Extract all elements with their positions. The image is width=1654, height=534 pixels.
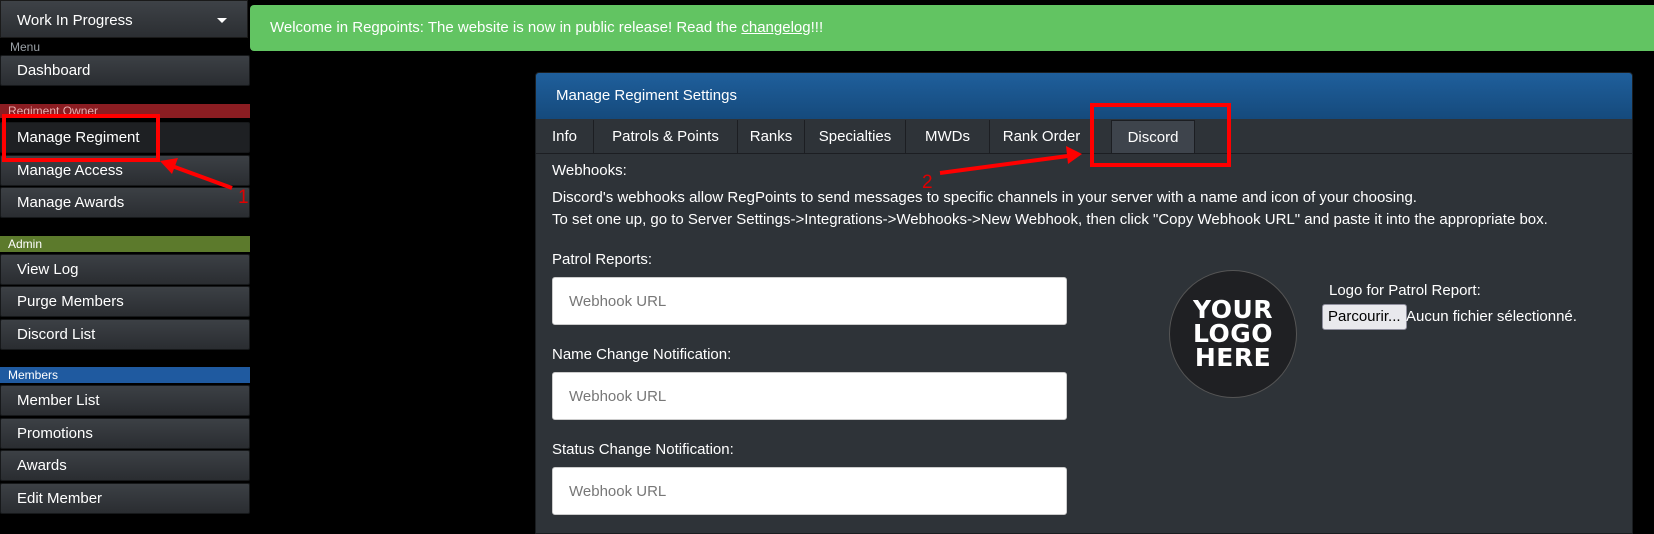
annotation-number-1: 1 (238, 187, 249, 208)
annotation-number-2: 2 (922, 172, 933, 193)
arrow-2-line (939, 154, 1069, 175)
arrow-2-head (1066, 146, 1082, 164)
arrow-1-line (171, 164, 233, 190)
annotation-arrows (160, 146, 1082, 190)
